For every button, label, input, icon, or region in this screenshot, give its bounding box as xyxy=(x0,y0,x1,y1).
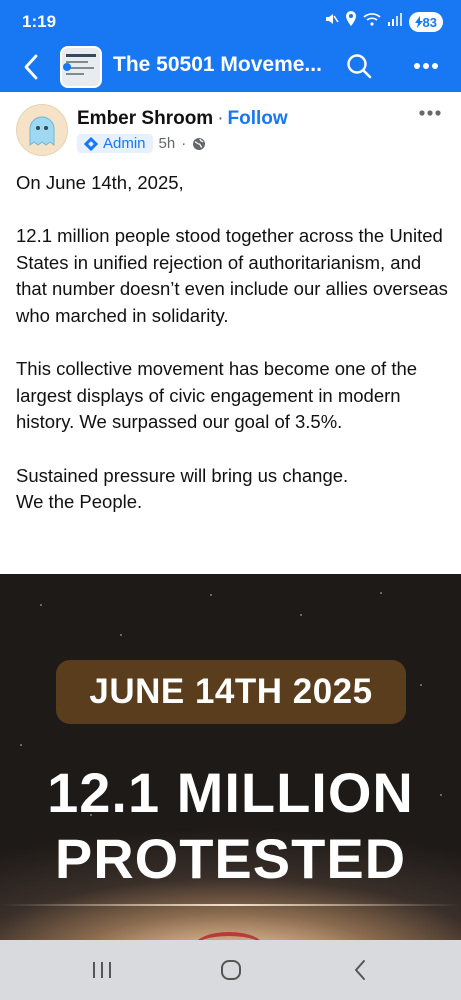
wifi-icon xyxy=(362,12,381,32)
admin-label: Admin xyxy=(103,135,146,152)
post-paragraph: 12.1 million people stood together acros… xyxy=(16,225,448,326)
group-title[interactable]: The 50501 Moveme... xyxy=(113,53,322,77)
meta-separator: · xyxy=(181,135,187,152)
search-icon xyxy=(347,54,372,79)
system-nav-bar xyxy=(0,940,461,1000)
post-meta: Admin 5h · xyxy=(77,134,206,153)
status-icons: 83 xyxy=(323,11,443,33)
recents-button[interactable] xyxy=(82,954,122,986)
headline-line-2: PROTESTED xyxy=(54,827,407,890)
author-name[interactable]: Ember Shroom xyxy=(77,108,213,129)
more-horizontal-icon xyxy=(419,110,441,116)
status-time: 1:19 xyxy=(22,12,57,31)
signal-icon xyxy=(387,12,403,32)
date-text: JUNE 14TH 2025 xyxy=(89,672,373,711)
author-avatar[interactable] xyxy=(16,104,68,156)
admin-diamond-icon xyxy=(84,136,98,151)
battery-indicator: 83 xyxy=(408,12,443,32)
post-time[interactable]: 5h xyxy=(159,135,176,152)
date-banner: JUNE 14TH 2025 xyxy=(56,660,406,724)
group-header: The 50501 Moveme... xyxy=(0,44,461,92)
ghost-icon xyxy=(29,116,55,146)
post-header: Ember Shroom · Follow Admin 5h · xyxy=(0,92,461,162)
post-body: On June 14th, 2025, 12.1 million people … xyxy=(16,170,448,516)
recents-icon xyxy=(93,962,111,978)
top-bar: 1:19 83 The 50501 Moveme... xyxy=(0,0,461,92)
home-icon xyxy=(221,960,241,980)
admin-badge: Admin xyxy=(77,134,153,153)
more-horizontal-icon xyxy=(414,63,438,69)
back-nav-icon xyxy=(355,960,365,980)
post-paragraph: This collective movement has become one … xyxy=(16,358,418,433)
status-bar: 1:19 83 xyxy=(0,0,461,44)
charging-icon xyxy=(414,16,423,28)
chevron-left-icon xyxy=(24,54,38,80)
author-separator: · xyxy=(217,108,224,129)
back-nav-button[interactable] xyxy=(340,954,380,986)
post-paragraph: Sustained pressure will bring us change.… xyxy=(16,464,349,513)
more-options-button[interactable] xyxy=(410,50,442,82)
search-button[interactable] xyxy=(343,50,375,82)
post-more-button[interactable] xyxy=(418,100,442,123)
headline-line-1: 12.1 MILLION xyxy=(47,761,414,824)
mute-icon xyxy=(323,11,339,33)
follow-button[interactable]: Follow xyxy=(228,108,288,129)
battery-level: 83 xyxy=(422,14,437,30)
red-emblem-arc xyxy=(194,932,264,940)
home-button[interactable] xyxy=(211,954,251,986)
horizon-glow xyxy=(0,904,461,906)
back-button[interactable] xyxy=(14,50,48,84)
group-avatar[interactable] xyxy=(60,46,102,88)
location-icon xyxy=(345,11,357,33)
post-paragraph: On June 14th, 2025, xyxy=(16,172,184,193)
author-line: Ember Shroom · Follow xyxy=(77,108,288,130)
post-image[interactable]: JUNE 14TH 2025 12.1 MILLION PROTESTED xyxy=(0,574,461,940)
globe-icon xyxy=(193,137,206,150)
